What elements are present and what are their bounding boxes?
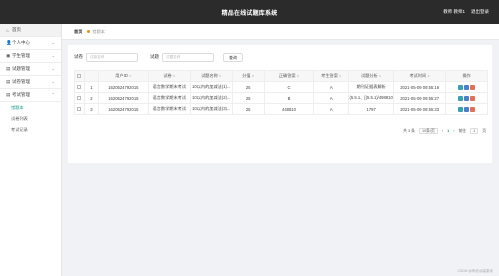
cell-student-answer: A: [313, 92, 350, 104]
edit-icon[interactable]: [464, 95, 470, 101]
delete-icon[interactable]: [470, 106, 476, 112]
row-checkbox[interactable]: [74, 81, 85, 93]
sidebar-item-label: 考试管理: [12, 92, 30, 97]
cell-user-id: 1620524792015: [97, 81, 149, 93]
sidebar-subitem-wrongbook[interactable]: 错题本: [0, 102, 61, 113]
cell-user-id: 1620524792015: [97, 92, 149, 104]
goto-label: 前往: [458, 128, 467, 133]
cell-student-answer: A: [313, 103, 350, 115]
page-size-select[interactable]: 10条/页: [418, 128, 438, 134]
col-analysis[interactable]: 试题分析⇅: [348, 70, 395, 82]
sidebar-item-label: 学生管理: [12, 53, 30, 58]
sidebar-subitem-paperlist[interactable]: 试卷列表: [0, 113, 61, 124]
col-actions: 操作: [445, 70, 488, 82]
select-all-checkbox[interactable]: [74, 70, 85, 82]
col-score[interactable]: 分值⇅: [231, 70, 265, 82]
cell-exam-time: 2021-05-09 09:55:16: [393, 81, 447, 93]
cell-correct-answer: B: [263, 92, 315, 104]
tab-home[interactable]: 首页: [74, 29, 82, 35]
active-dot-icon: [87, 30, 91, 33]
sidebar-item-label: 试题管理: [12, 66, 30, 71]
tab-label: 错题本: [92, 28, 105, 34]
cell-paper: 语言数学期末考试: [147, 103, 191, 115]
cell-user-id: 1620524792015: [97, 103, 149, 115]
col-question[interactable]: 试题名称⇅: [189, 70, 233, 82]
search-button[interactable]: 查询: [223, 52, 243, 62]
table-row: 3 1620524792015 语言数学期末考试 10以内的加减法(3)... …: [74, 103, 488, 115]
tab-wrongbook[interactable]: 错题本: [87, 29, 105, 35]
row-checkbox[interactable]: [74, 92, 85, 104]
edit-icon[interactable]: [464, 106, 470, 112]
col-user-id[interactable]: 用户ID⇅: [97, 70, 149, 82]
col-correct-answer[interactable]: 正确答案⇅: [263, 70, 315, 82]
cell-correct-answer: 448810: [263, 103, 315, 115]
cell-score: 25: [231, 103, 265, 115]
chevron-down-icon: ⌄: [51, 66, 55, 71]
cell-student-answer: A: [313, 81, 350, 93]
cell-analysis: (5.5.1、[(5.5.1)/498810: [348, 92, 395, 104]
view-icon[interactable]: [458, 84, 464, 90]
question-search-input[interactable]: 试题名称: [162, 52, 214, 62]
sidebar: ⌂ 首页 👤 个人中心 ⌄ ▣ 学生管理 ⌄ ▤ 试题管理 ⌄ ▤ 试卷管理 ⌄…: [0, 24, 62, 276]
sidebar-item-label: 首页: [12, 27, 21, 32]
paper-search-input[interactable]: 试卷名称: [86, 52, 138, 62]
page-number-current[interactable]: 1: [447, 129, 449, 133]
next-page-button[interactable]: ›: [453, 129, 454, 133]
cell-score: 25: [231, 92, 265, 104]
cell-analysis: 1797: [348, 103, 395, 115]
view-icon[interactable]: [458, 95, 464, 101]
edit-icon[interactable]: [464, 84, 470, 90]
sidebar-item-students[interactable]: ▣ 学生管理 ⌄: [0, 50, 61, 63]
cell-paper: 语言数学期末考试: [147, 92, 191, 104]
sidebar-item-label: 个人中心: [12, 40, 30, 45]
prev-page-button[interactable]: ‹: [442, 129, 443, 133]
sidebar-item-profile[interactable]: 👤 个人中心 ⌄: [0, 37, 61, 50]
chevron-down-icon: ⌄: [51, 79, 55, 84]
view-icon[interactable]: [458, 106, 464, 112]
table-row: 2 1620524792015 语言数学期末考试 10以内的加减法(2)... …: [74, 92, 488, 104]
search-label-paper: 试卷: [74, 54, 83, 59]
cell-analysis: 期刊证据表解析: [348, 81, 395, 93]
cell-exam-time: 2021-05-09 09:55:33: [393, 103, 447, 115]
tab-bar: 首页 错题本: [62, 24, 499, 40]
col-exam-time[interactable]: 考试时间⇅: [393, 70, 447, 82]
cell-question: 10以内的加减法(3)...: [189, 103, 233, 115]
row-checkbox[interactable]: [74, 103, 85, 115]
top-bar: 精品在线试题库系统 教师 教师1 退出登录: [0, 0, 499, 24]
pagination: 共 3 条 10条/页 ‹ 1 › 前往 1 页: [403, 128, 486, 134]
sidebar-item-questions[interactable]: ▤ 试题管理 ⌄: [0, 63, 61, 76]
wrongbook-table: 用户ID⇅ 试卷⇅ 试题名称⇅ 分值⇅ 正确答案⇅ 考生答案⇅ 试题分析⇅ 考试…: [74, 70, 488, 115]
cell-paper: 语言数学期末考试: [147, 81, 191, 93]
cell-exam-time: 2021-05-09 09:55:27: [393, 92, 447, 104]
chevron-up-icon: ⌃: [51, 92, 55, 97]
sidebar-item-home[interactable]: ⌂ 首页: [0, 24, 61, 37]
sidebar-item-exams[interactable]: ▤ 考试管理 ⌃: [0, 89, 61, 102]
chevron-down-icon: ⌄: [51, 53, 55, 58]
app-title: 精品在线试题库系统: [221, 11, 278, 17]
user-label[interactable]: 教师 教师1: [443, 9, 465, 15]
page-suffix: 页: [482, 128, 486, 133]
logout-link[interactable]: 退出登录: [471, 9, 489, 15]
sidebar-item-papers[interactable]: ▤ 试卷管理 ⌄: [0, 76, 61, 89]
search-label-question: 试题: [150, 54, 159, 59]
cell-score: 25: [231, 81, 265, 93]
sidebar-item-label: 试卷管理: [12, 79, 30, 84]
col-student-answer[interactable]: 考生答案⇅: [313, 70, 350, 82]
chevron-down-icon: ⌄: [51, 40, 55, 45]
table-row: 1 1620524792015 语言数学期末考试 10以内的加减法(1)... …: [74, 81, 488, 93]
total-count: 共 3 条: [403, 128, 415, 133]
goto-page-input[interactable]: 1: [470, 128, 479, 134]
col-paper[interactable]: 试卷⇅: [147, 70, 191, 82]
content-panel: 试卷 试卷名称 试题 试题名称 查询 用户ID⇅ 试卷⇅ 试题名称⇅ 分值⇅ 正…: [68, 45, 492, 163]
table-header-row: 用户ID⇅ 试卷⇅ 试题名称⇅ 分值⇅ 正确答案⇅ 考生答案⇅ 试题分析⇅ 考试…: [74, 70, 488, 82]
cell-question: 10以内的加减法(2)...: [189, 92, 233, 104]
cell-question: 10以内的加减法(1)...: [189, 81, 233, 93]
delete-icon[interactable]: [470, 84, 476, 90]
cell-correct-answer: C: [263, 81, 315, 93]
search-bar: 试卷 试卷名称 试题 试题名称 查询: [74, 52, 243, 62]
sidebar-subitem-records[interactable]: 考试记录: [0, 124, 61, 135]
main-area: 首页 错题本 试卷 试卷名称 试题 试题名称 查询 用户ID⇅ 试卷⇅ 试题名称…: [62, 24, 499, 276]
delete-icon[interactable]: [470, 95, 476, 101]
watermark: CSDN @码农@高粱米: [457, 269, 494, 273]
